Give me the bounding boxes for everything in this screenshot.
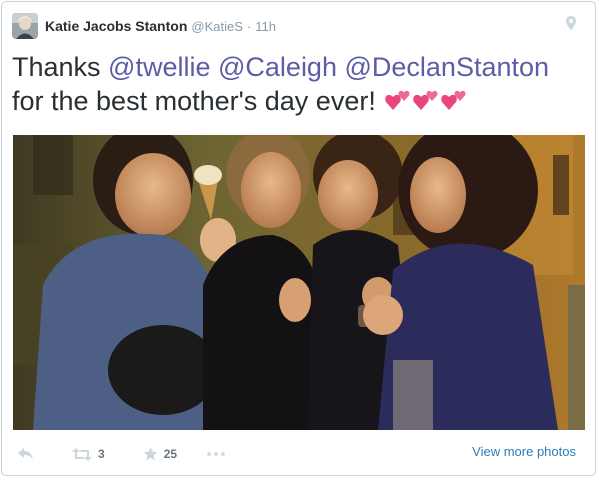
two-hearts-emoji	[441, 90, 466, 110]
retweet-button[interactable]: 3	[72, 447, 105, 461]
view-more-photos-link[interactable]: View more photos	[472, 444, 576, 459]
tweet-card: Katie Jacobs Stanton @KatieS · 11h Thank…	[1, 1, 596, 476]
retweet-icon	[72, 447, 92, 461]
emoji-group	[385, 88, 467, 112]
tweet-timestamp[interactable]: 11h	[255, 19, 276, 34]
mention-caleigh[interactable]: @Caleigh	[218, 52, 337, 82]
author-handle[interactable]: @KatieS	[191, 19, 243, 34]
author-name[interactable]: Katie Jacobs Stanton	[45, 18, 187, 34]
tweet-text-line2: for the best mother's day ever!	[12, 86, 376, 116]
reply-button[interactable]	[18, 448, 34, 460]
reply-icon	[18, 448, 33, 460]
two-hearts-emoji	[385, 90, 410, 110]
favorite-button[interactable]: 25	[143, 447, 177, 461]
star-icon	[143, 447, 158, 461]
tweet-header: Katie Jacobs Stanton @KatieS · 11h	[12, 12, 582, 40]
tweet-text: Thanks @twellie @Caleigh @DeclanStanton …	[12, 50, 572, 118]
more-dots-icon	[207, 452, 225, 456]
mention-declanstanton[interactable]: @DeclanStanton	[344, 52, 549, 82]
separator-dot: ·	[246, 18, 252, 34]
mention-twellie[interactable]: @twellie	[108, 52, 210, 82]
location-pin-icon	[566, 16, 576, 35]
more-button[interactable]	[207, 452, 225, 456]
avatar[interactable]	[12, 13, 38, 39]
tweet-actions: 3 25 View more photos	[12, 442, 582, 466]
tweet-photo[interactable]	[13, 135, 585, 430]
two-hearts-emoji	[413, 90, 438, 110]
favorite-count: 25	[163, 447, 178, 461]
tweet-text-prefix: Thanks	[12, 52, 109, 82]
retweet-count: 3	[98, 447, 105, 461]
